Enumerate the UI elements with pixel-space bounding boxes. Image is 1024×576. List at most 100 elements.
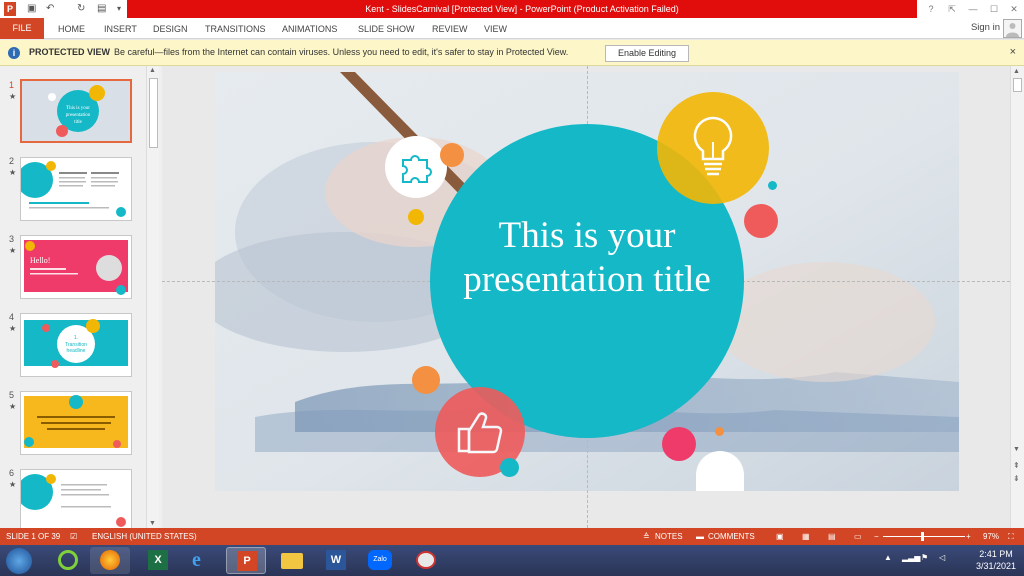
reading-view-icon[interactable]: ▤ xyxy=(828,532,836,541)
decor-dot xyxy=(500,458,519,477)
redo-icon[interactable]: ↻ xyxy=(77,2,85,16)
protected-view-message: Be careful—files from the Internet can c… xyxy=(114,47,569,57)
shield-info-icon: i xyxy=(8,47,20,59)
scroll-thumb[interactable] xyxy=(149,78,158,148)
close-window-button[interactable]: ✕ xyxy=(1006,2,1022,16)
taskbar-excel[interactable]: X xyxy=(138,547,178,574)
thumbnail-preview: This is your presentation title xyxy=(22,81,130,141)
decor-dot xyxy=(408,209,424,225)
decor-dot xyxy=(768,181,777,190)
volume-icon[interactable]: ◁ xyxy=(939,553,945,562)
scroll-thumb[interactable] xyxy=(1013,78,1022,92)
protected-view-bar: i PROTECTED VIEW Be careful—files from t… xyxy=(0,40,1024,66)
taskbar-snipping-tool[interactable] xyxy=(406,547,446,574)
language-indicator[interactable]: ENGLISH (UNITED STATES) xyxy=(92,532,197,541)
sign-in-link[interactable]: Sign in xyxy=(971,22,1000,33)
zoom-slider[interactable] xyxy=(883,536,965,537)
slide-number: 2 xyxy=(9,156,15,166)
undo-icon[interactable]: ↶ xyxy=(46,2,54,16)
svg-text:1.: 1. xyxy=(74,335,78,341)
decor-dot xyxy=(715,427,724,436)
slide-thumbnail-6[interactable] xyxy=(20,469,132,528)
tab-view[interactable]: VIEW xyxy=(484,21,507,37)
help-button[interactable]: ? xyxy=(923,2,939,16)
scroll-down-icon[interactable]: ▼ xyxy=(1013,446,1020,453)
lightbulb-icon xyxy=(693,116,733,176)
slide-number: 5 xyxy=(9,390,15,400)
decor-dot xyxy=(662,427,696,461)
previous-slide-icon[interactable]: ⇞ xyxy=(1013,461,1020,470)
action-center-icon[interactable]: ⚑ xyxy=(921,553,928,562)
status-bar: SLIDE 1 OF 39 ☑ ENGLISH (UNITED STATES) … xyxy=(0,528,1024,545)
slide-sorter-icon[interactable]: ▦ xyxy=(802,532,810,541)
avatar[interactable] xyxy=(1003,19,1022,38)
close-message-bar-button[interactable]: × xyxy=(1010,46,1016,58)
tab-transitions[interactable]: TRANSITIONS xyxy=(205,21,266,37)
puzzle-badge[interactable] xyxy=(385,136,447,198)
ribbon-tabs: FILE HOME INSERT DESIGN TRANSITIONS ANIM… xyxy=(0,18,1024,39)
minimize-button[interactable]: — xyxy=(965,2,981,16)
tab-design[interactable]: DESIGN xyxy=(153,21,188,37)
comments-button[interactable]: COMMENTS xyxy=(708,532,755,541)
taskbar-powerpoint[interactable]: P xyxy=(226,547,266,574)
notes-button[interactable]: NOTES xyxy=(655,532,683,541)
slide-title[interactable]: This is your presentation title xyxy=(430,214,744,302)
tab-slide-show[interactable]: SLIDE SHOW xyxy=(358,21,415,37)
tab-home[interactable]: HOME xyxy=(58,21,85,37)
window-title: Kent - SlidesCarnival [Protected View] -… xyxy=(365,4,679,14)
enable-editing-button[interactable]: Enable Editing xyxy=(605,45,689,62)
title-bar: P ▣ ↶ ↻ ▤ ▾ Kent - SlidesCarnival [Prote… xyxy=(0,0,1024,18)
scroll-up-icon[interactable]: ▲ xyxy=(149,67,156,74)
taskbar-firefox[interactable] xyxy=(90,547,130,574)
editor-vertical-scrollbar[interactable]: ▲ ▼ ⇞ ⇟ xyxy=(1010,66,1024,528)
slide-thumbnail-4[interactable]: 1. Transition headline xyxy=(20,313,132,377)
thumbnail-preview: Hello! xyxy=(21,236,131,298)
thumbnail-preview xyxy=(21,392,131,454)
customize-toolbar-icon[interactable]: ▾ xyxy=(117,2,121,16)
zoom-level[interactable]: 97% xyxy=(983,532,999,541)
slide-thumbnail-3[interactable]: Hello! xyxy=(20,235,132,299)
tab-animations[interactable]: ANIMATIONS xyxy=(282,21,337,37)
tab-insert[interactable]: INSERT xyxy=(104,21,137,37)
animation-star-icon: ★ xyxy=(9,402,17,411)
zoom-in-button[interactable]: + xyxy=(966,532,971,541)
slide-thumbnail-2[interactable] xyxy=(20,157,132,221)
spelling-check-icon[interactable]: ☑ xyxy=(70,532,77,541)
slide-show-icon[interactable]: ▭ xyxy=(854,532,862,541)
normal-view-icon[interactable]: ▣ xyxy=(776,532,784,541)
taskbar-file-explorer[interactable] xyxy=(272,547,312,574)
scroll-up-icon[interactable]: ▲ xyxy=(1013,68,1020,75)
slide-number: 3 xyxy=(9,234,15,244)
start-orb[interactable] xyxy=(6,548,32,574)
fit-to-window-icon[interactable]: ⛶ xyxy=(1008,532,1014,542)
tab-file[interactable]: FILE xyxy=(0,18,44,39)
puzzle-icon xyxy=(402,155,432,183)
slide-number: 6 xyxy=(9,468,15,478)
scroll-down-icon[interactable]: ▼ xyxy=(149,520,156,527)
start-from-beginning-icon[interactable]: ▤ xyxy=(97,2,106,16)
powerpoint-app-icon[interactable]: P xyxy=(4,2,16,16)
zoom-out-button[interactable]: − xyxy=(874,532,879,541)
taskbar-app-green[interactable] xyxy=(48,547,88,574)
system-clock[interactable]: 2:41 PM 3/31/2021 xyxy=(976,548,1016,572)
slides-panel-scrollbar[interactable]: ▲ ▼ xyxy=(146,66,159,528)
taskbar-zalo[interactable]: Zalo xyxy=(360,547,400,574)
show-hidden-icons[interactable]: ▲ xyxy=(884,553,892,562)
slide-thumbnail-1[interactable]: This is your presentation title xyxy=(20,79,132,143)
taskbar-word[interactable]: W xyxy=(316,547,356,574)
maximize-button[interactable]: ☐ xyxy=(986,2,1002,16)
lightbulb-badge[interactable] xyxy=(657,92,769,204)
animation-star-icon: ★ xyxy=(9,168,17,177)
thumbnail-preview xyxy=(21,470,131,528)
decor-dot xyxy=(440,143,464,167)
network-icon[interactable]: ▂▃▅ xyxy=(902,553,920,562)
save-icon[interactable]: ▣ xyxy=(27,2,36,16)
comments-icon: ▬ xyxy=(696,532,704,541)
zoom-slider-thumb[interactable] xyxy=(921,532,924,541)
next-slide-icon[interactable]: ⇟ xyxy=(1013,474,1020,483)
tab-review[interactable]: REVIEW xyxy=(432,21,468,37)
svg-text:title: title xyxy=(74,120,83,125)
ribbon-display-options-icon[interactable]: ⇱ xyxy=(944,2,960,16)
slide-thumbnail-5[interactable] xyxy=(20,391,132,455)
taskbar-internet-explorer[interactable]: e xyxy=(182,547,222,574)
